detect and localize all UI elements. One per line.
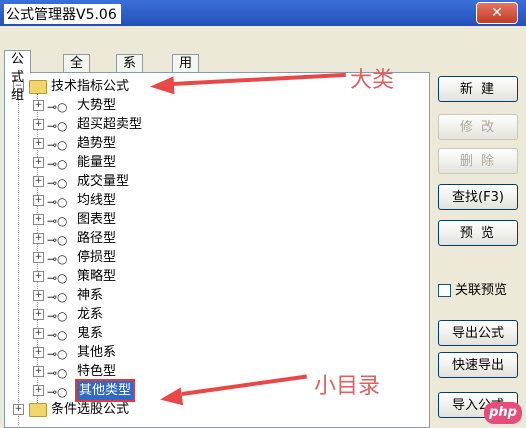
tree-item-label: 路径型: [77, 231, 117, 246]
quick-export-button[interactable]: 快速导出: [438, 352, 518, 378]
expand-icon[interactable]: +: [33, 176, 44, 187]
tree-item-label: 其他系: [77, 345, 117, 360]
checkbox-box[interactable]: [438, 284, 451, 297]
find-button[interactable]: 查找(F3): [438, 184, 518, 210]
expand-icon[interactable]: +: [33, 233, 44, 244]
checkbox-label: 关联预览: [455, 283, 508, 298]
tree-item-label: 龙系: [77, 307, 104, 322]
folder-icon: [29, 80, 47, 94]
tree-root-label: 技术指标公式: [51, 79, 130, 94]
tree-item[interactable]: + ⊸○ 图表型: [5, 210, 429, 229]
close-button[interactable]: ✕: [476, 2, 518, 24]
tree-item[interactable]: + ⊸○ 其他系: [5, 343, 429, 362]
expand-icon[interactable]: +: [33, 252, 44, 263]
tree-item[interactable]: + ⊸○ 成交量型: [5, 172, 429, 191]
tree-item[interactable]: + ⊸○ 停损型: [5, 248, 429, 267]
expand-icon[interactable]: +: [33, 100, 44, 111]
folder-icon: [29, 403, 47, 417]
new-button[interactable]: 新 建: [438, 76, 518, 102]
tree-item-label: 能量型: [77, 155, 117, 170]
expand-icon[interactable]: +: [33, 138, 44, 149]
tab-formula-group[interactable]: 公式组: [4, 50, 32, 103]
tree-item-label: 趋势型: [77, 136, 117, 151]
tree-item[interactable]: + ⊸○ 大势型: [5, 96, 429, 115]
tree-item[interactable]: + ⊸○ 超买超卖型: [5, 115, 429, 134]
expand-icon[interactable]: +: [33, 271, 44, 282]
window-title: 公式管理器V5.06: [4, 4, 121, 24]
tree-root-label: 条件选股公式: [51, 402, 130, 417]
tree-item-label: 停损型: [77, 250, 117, 265]
tree-item[interactable]: + ⊸○ 均线型: [5, 191, 429, 210]
tab-all[interactable]: 全部: [63, 54, 91, 89]
expand-icon[interactable]: +: [13, 404, 24, 415]
tree-root-screener[interactable]: + 条件选股公式: [5, 400, 429, 419]
link-preview-checkbox[interactable]: 关联预览: [438, 282, 507, 300]
annotation-arrowhead: [149, 76, 175, 96]
tree-item-label: 神系: [77, 288, 104, 303]
expand-icon[interactable]: +: [33, 385, 44, 396]
expand-icon[interactable]: +: [33, 309, 44, 320]
tab-user[interactable]: 用户: [172, 54, 200, 89]
tree-item[interactable]: + ⊸○ 神系: [5, 286, 429, 305]
tree-item[interactable]: + ⊸○ 策略型: [5, 267, 429, 286]
edit-button[interactable]: 修 改: [438, 114, 518, 140]
tree-item-label: 图表型: [77, 212, 117, 227]
tree-item[interactable]: + ⊸○ 鬼系: [5, 324, 429, 343]
expand-icon[interactable]: +: [33, 328, 44, 339]
tab-system[interactable]: 系统: [116, 54, 144, 89]
expand-icon[interactable]: +: [33, 347, 44, 358]
delete-button[interactable]: 删 除: [438, 148, 518, 174]
tree-item[interactable]: + ⊸○ 趋势型: [5, 134, 429, 153]
tree-item-label: 其他类型: [74, 379, 136, 402]
annotation-big-category: 大类: [350, 68, 395, 93]
tree-item-label: 特色型: [77, 364, 117, 379]
tree-item-label: 超买超卖型: [77, 117, 143, 132]
tree-item[interactable]: + ⊸○ 能量型: [5, 153, 429, 172]
expand-icon[interactable]: +: [33, 157, 44, 168]
tree-item-label: 鬼系: [77, 326, 104, 341]
tree-item-label: 均线型: [77, 193, 117, 208]
tree-item-label: 策略型: [77, 269, 117, 284]
expand-icon[interactable]: +: [33, 366, 44, 377]
annotation-arrowhead: [158, 387, 184, 409]
tree-item-label: 成交量型: [77, 174, 130, 189]
export-button[interactable]: 导出公式: [438, 320, 518, 346]
tree-item-label: 大势型: [77, 98, 117, 113]
title-bar: 公式管理器V5.06 ✕: [0, 0, 526, 26]
window-client: 公式组 全部 系统 用户 − 技术指标公式 +⊸○大势型+⊸○超买超卖型+⊸○趋…: [0, 26, 526, 428]
preview-button[interactable]: 预 览: [438, 220, 518, 246]
expand-icon[interactable]: +: [33, 290, 44, 301]
expand-icon[interactable]: +: [33, 214, 44, 225]
tree-item[interactable]: + ⊸○ 路径型: [5, 229, 429, 248]
annotation-small-category: 小目录: [314, 374, 381, 399]
expand-icon[interactable]: +: [33, 119, 44, 130]
tree-item[interactable]: + ⊸○ 龙系: [5, 305, 429, 324]
watermark-logo: php: [484, 402, 522, 424]
expand-icon[interactable]: +: [33, 195, 44, 206]
